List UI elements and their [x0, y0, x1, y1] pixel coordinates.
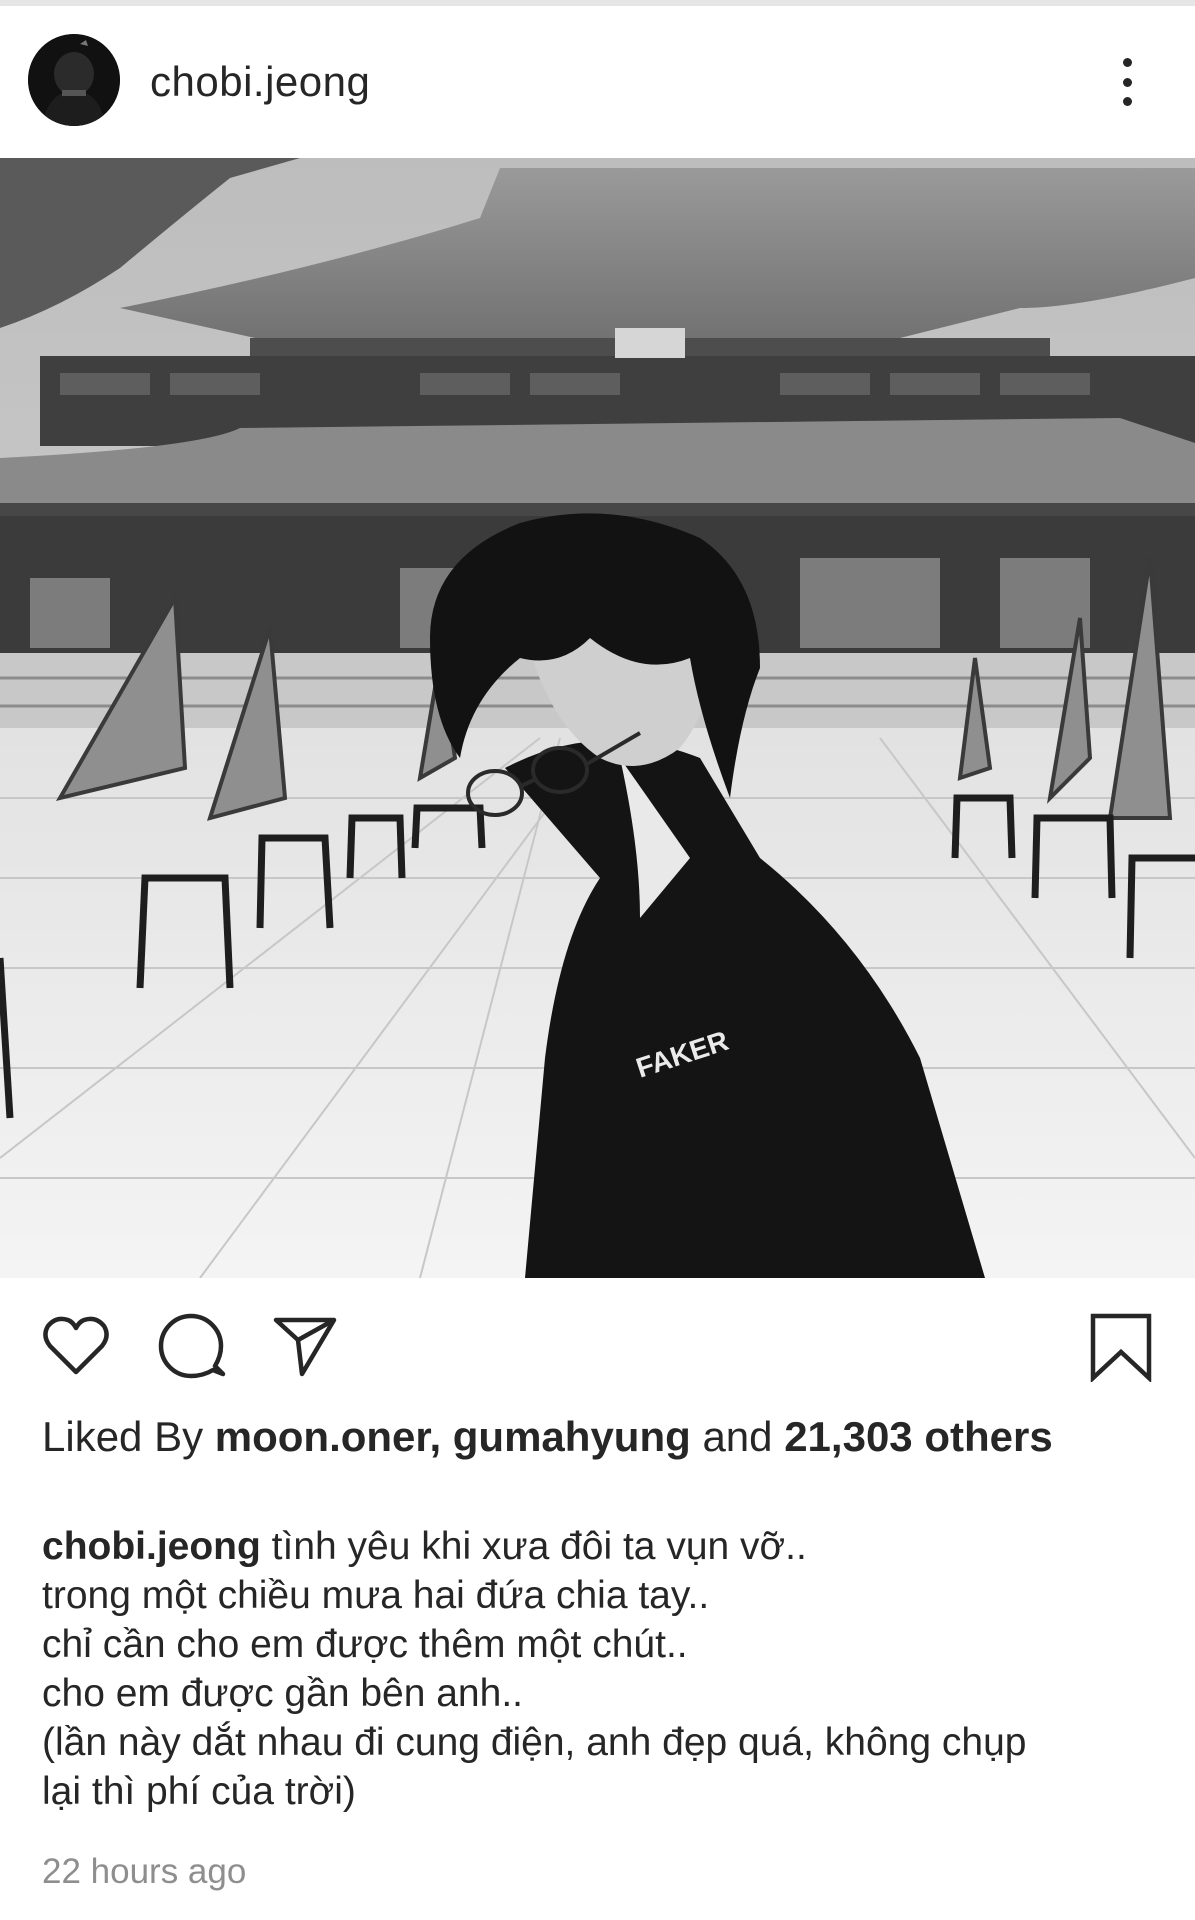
comment-icon[interactable] — [155, 1310, 227, 1382]
heart-icon[interactable] — [40, 1310, 112, 1382]
more-vertical-icon[interactable] — [1108, 58, 1146, 106]
likes-suffix[interactable]: others — [924, 1413, 1052, 1460]
post-photo[interactable]: FAKER — [0, 158, 1195, 1278]
caption-line: chobi.jeong tình yêu khi xưa đôi ta vụn … — [42, 1522, 1162, 1571]
likes-prefix: Liked By — [42, 1413, 204, 1460]
likes-users[interactable]: moon.oner, gumahyung — [215, 1413, 691, 1460]
likes-summary[interactable]: Liked By moon.oner, gumahyung and 21,303… — [42, 1410, 1152, 1464]
caption-username[interactable]: chobi.jeong — [42, 1525, 261, 1568]
post-username[interactable]: chobi.jeong — [150, 58, 370, 106]
likes-joiner: and — [702, 1413, 773, 1460]
likes-count[interactable]: 21,303 — [784, 1413, 912, 1460]
more-dot — [1122, 58, 1132, 67]
more-dot — [1122, 77, 1132, 87]
caption-line: (lần này dắt nhau đi cung điện, anh đẹp … — [42, 1721, 1027, 1764]
caption-line: lại thì phí của trời) — [42, 1770, 356, 1813]
avatar[interactable] — [28, 34, 120, 126]
caption-line: chỉ cần cho em được thêm một chút.. — [42, 1623, 688, 1666]
send-icon[interactable] — [268, 1310, 340, 1382]
post-caption: chobi.jeong tình yêu khi xưa đôi ta vụn … — [42, 1522, 1162, 1816]
caption-line: cho em được gần bên anh.. — [42, 1672, 523, 1715]
post-actions — [0, 1300, 1195, 1382]
post-header: chobi.jeong — [0, 6, 1195, 158]
caption-text: tình yêu khi xưa đôi ta vụn vỡ.. — [271, 1525, 807, 1568]
caption-line: trong một chiều mưa hai đứa chia tay.. — [42, 1574, 710, 1617]
more-dot — [1122, 97, 1132, 106]
post-timestamp[interactable]: 22 hours ago — [42, 1852, 246, 1892]
bookmark-icon[interactable] — [1085, 1310, 1157, 1382]
